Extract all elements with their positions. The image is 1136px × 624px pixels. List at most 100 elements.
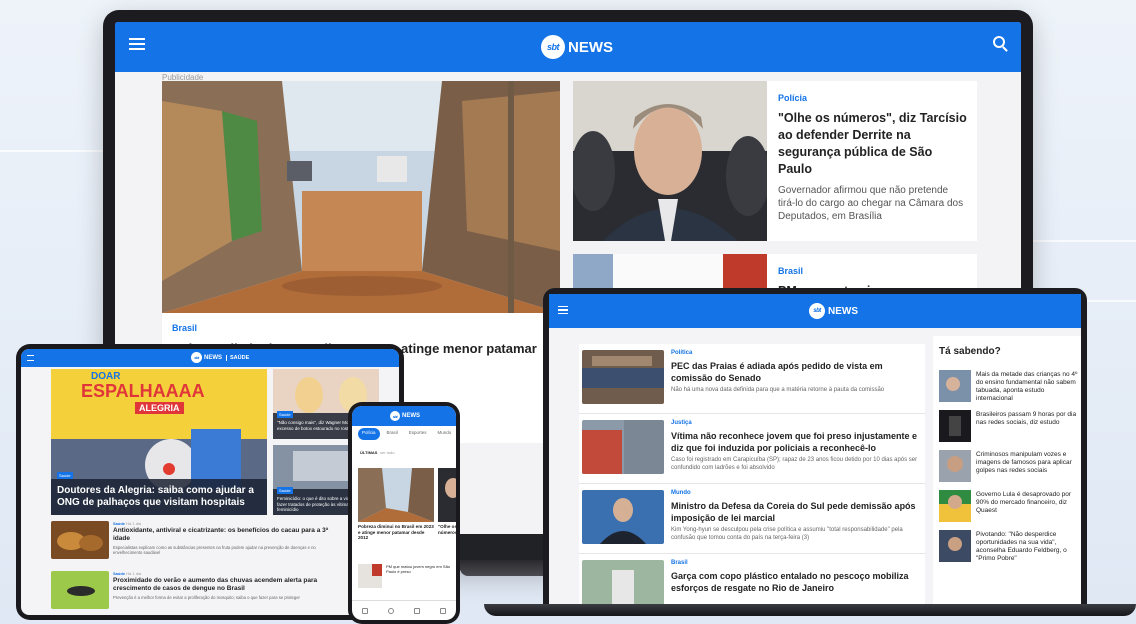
article-image[interactable] xyxy=(582,350,664,404)
sidebar-item-image[interactable] xyxy=(939,410,971,442)
laptop: sbt NEWS Política PEC das Praias é adiad… xyxy=(543,288,1087,606)
sidebar-item-text[interactable]: Criminosos manipulam vozes e imagens de … xyxy=(976,451,1080,475)
hero-category[interactable]: Brasil xyxy=(172,323,197,333)
article-title[interactable]: Ministro da Defesa da Coreia do Sul pede… xyxy=(671,500,923,524)
article-category[interactable]: Justiça xyxy=(671,420,692,426)
side-card-category[interactable]: Saúde xyxy=(277,487,293,494)
category-label: Saúde xyxy=(113,521,126,526)
see-all-link[interactable]: ver tudo xyxy=(380,450,394,455)
list-item[interactable]: Saúde Há 1 dia Antioxidante, antiviral e… xyxy=(51,521,381,565)
side-article-image[interactable] xyxy=(573,81,767,241)
article-image[interactable] xyxy=(582,560,664,606)
hero-card[interactable]: DOAR ESPALHAAAA ALEGRIA Saúde Doutores d… xyxy=(51,369,267,515)
article-title[interactable]: PM que matou jovem negro em São Paulo é … xyxy=(386,564,452,574)
site-header: sbt NEWS xyxy=(549,294,1081,328)
article-image[interactable] xyxy=(51,571,109,609)
logo-mark: sbt xyxy=(390,411,400,421)
site-logo[interactable]: sbt NEWS xyxy=(809,303,858,319)
news-list: Política PEC das Praias é adiada após pe… xyxy=(579,344,925,606)
phone-screen: sbt NEWS Polícia Brasil Esportes Mundo Ú… xyxy=(352,406,456,620)
article-image[interactable] xyxy=(582,420,664,474)
tab-esportes[interactable]: Esportes xyxy=(405,428,431,440)
section-name: SAÚDE xyxy=(226,354,249,361)
site-header: sbt NEWS SAÚDE xyxy=(21,349,399,367)
sidebar-title: Tá sabendo? xyxy=(939,346,1001,357)
article-image[interactable] xyxy=(358,468,434,522)
site-logo[interactable]: sbt NEWS xyxy=(541,35,613,59)
laptop-base xyxy=(484,604,1136,616)
article-subtitle: Especialistas explicam como as substânci… xyxy=(113,545,316,555)
article-category[interactable]: Saúde Há 1 dia xyxy=(113,571,141,576)
sidebar-item-text[interactable]: Pivotando: "Não desperdice oportunidades… xyxy=(976,531,1080,563)
article-image[interactable] xyxy=(582,490,664,544)
tab-policia[interactable]: Polícia xyxy=(358,428,380,440)
article-title[interactable]: Garça com copo plástico entalado no pesc… xyxy=(671,570,923,594)
list-item[interactable]: Política PEC das Praias é adiada após pe… xyxy=(579,344,925,414)
sidebar-item-text[interactable]: Mais da metade das crianças no 4º do ens… xyxy=(976,371,1080,403)
sidebar-item[interactable]: Governo Lula é desaprovado por 90% do me… xyxy=(939,490,1079,524)
article-image[interactable] xyxy=(51,521,109,559)
side-article[interactable]: Polícia "Olhe os números", diz Tarcísio … xyxy=(573,81,977,241)
list-item[interactable]: Brasil Garça com copo plástico entalado … xyxy=(579,554,925,606)
tab-mundo[interactable]: Mundo xyxy=(434,428,456,440)
side-article-category[interactable]: Brasil xyxy=(778,266,803,276)
list-item[interactable]: Mundo Ministro da Defesa da Coreia do Su… xyxy=(579,484,925,554)
article-subtitle: Kim Yong-hyun se desculpou pela crise po… xyxy=(671,527,903,541)
list-item[interactable]: PM que matou jovem negro em São Paulo é … xyxy=(358,564,454,592)
sidebar-item-text[interactable]: Governo Lula é desaprovado por 90% do me… xyxy=(976,491,1080,515)
logo-text: NEWS xyxy=(568,38,613,56)
site-logo[interactable]: sbt NEWS xyxy=(390,411,420,421)
home-icon[interactable] xyxy=(362,607,368,614)
article-category[interactable]: Mundo xyxy=(671,490,691,496)
sidebar-item[interactable]: Brasileiros passam 9 horas por dia nas r… xyxy=(939,410,1079,444)
article-title[interactable]: PEC das Praias é adiada após pedido de v… xyxy=(671,360,923,384)
time-tag: Há 1 dia xyxy=(126,521,142,526)
menu-icon[interactable] xyxy=(129,38,145,50)
article-image[interactable] xyxy=(438,468,456,522)
menu-icon[interactable] xyxy=(440,607,446,614)
article-image[interactable] xyxy=(358,564,382,588)
article-category[interactable]: Saúde Há 1 dia xyxy=(113,521,141,526)
article-title[interactable]: Vítima não reconhece jovem que foi preso… xyxy=(671,430,923,454)
category-tabs: Polícia Brasil Esportes Mundo xyxy=(352,428,456,440)
list-item[interactable]: Justiça Vítima não reconhece jovem que f… xyxy=(579,414,925,484)
article-title[interactable]: Pobreza diminui no Brasil em 2023 e atin… xyxy=(358,524,434,541)
sidebar-item-image[interactable] xyxy=(939,450,971,482)
tab-brasil[interactable]: Brasil xyxy=(383,428,402,440)
logo-text: NEWS xyxy=(402,413,420,419)
article-title[interactable]: "Olhe os números" xyxy=(438,524,456,535)
site-header: sbt NEWS xyxy=(352,406,456,426)
menu-icon[interactable] xyxy=(27,355,34,361)
ta-sabendo-sidebar: Tá sabendo? Mais da metade das crianças … xyxy=(933,336,1081,606)
bookmark-icon[interactable] xyxy=(414,607,420,614)
sidebar-item-image[interactable] xyxy=(939,370,971,402)
sidebar-item-image[interactable] xyxy=(939,490,971,522)
article-category[interactable]: Brasil xyxy=(671,560,688,566)
article-title[interactable]: Antioxidante, antiviral e cicatrizante: … xyxy=(113,527,331,542)
side-article-category[interactable]: Polícia xyxy=(778,93,807,103)
logo-mark: sbt xyxy=(809,303,825,319)
search-icon[interactable] xyxy=(993,36,1005,48)
search-icon[interactable] xyxy=(388,607,394,614)
sidebar-item[interactable]: Pivotando: "Não desperdice oportunidades… xyxy=(939,530,1079,564)
sidebar-item-text[interactable]: Brasileiros passam 9 horas por dia nas r… xyxy=(976,411,1080,427)
sidebar-item[interactable]: Mais da metade das crianças no 4º do ens… xyxy=(939,370,1079,404)
article-category[interactable]: Política xyxy=(671,350,692,356)
side-card-category[interactable]: Saúde xyxy=(277,411,293,418)
menu-icon[interactable] xyxy=(558,306,568,314)
article-title[interactable]: Proximidade do verão e aumento das chuva… xyxy=(113,577,331,592)
laptop-screen: sbt NEWS Política PEC das Praias é adiad… xyxy=(549,294,1081,606)
banner-main: ESPALHAAAA xyxy=(81,381,205,401)
hero-title[interactable]: Doutores da Alegria: saiba como ajudar a… xyxy=(57,485,257,509)
tablet-screen: sbt NEWS SAÚDE DOAR ESPALHAAAA ALEGRIA S… xyxy=(21,349,399,615)
bottom-nav xyxy=(352,600,456,620)
side-article-title[interactable]: "Olhe os números", diz Tarcísio ao defen… xyxy=(778,110,968,178)
sidebar-item[interactable]: Criminosos manipulam vozes e imagens de … xyxy=(939,450,1079,484)
section-label: ÚLTIMAS xyxy=(360,450,378,455)
banner-sub: ALEGRIA xyxy=(135,402,184,414)
hero-category[interactable]: Saúde xyxy=(57,472,73,479)
list-item[interactable]: Saúde Há 1 dia Proximidade do verão e au… xyxy=(51,571,381,615)
site-logo[interactable]: sbt NEWS SAÚDE xyxy=(191,352,249,363)
hero-image[interactable] xyxy=(162,81,560,313)
sidebar-item-image[interactable] xyxy=(939,530,971,562)
